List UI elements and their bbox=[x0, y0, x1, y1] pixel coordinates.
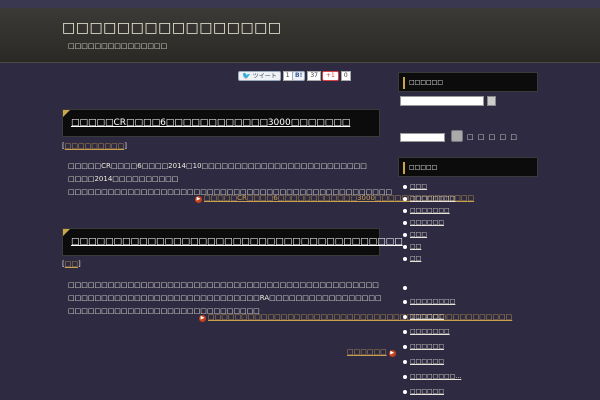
sidebar-recent-item[interactable]: □□□□□□□□ bbox=[402, 298, 461, 313]
search-input[interactable] bbox=[400, 96, 484, 106]
gplus-widget: +1 0 bbox=[322, 70, 351, 81]
share-count: 37 bbox=[307, 70, 321, 81]
sidebar-link[interactable]: □□□□□□□ bbox=[402, 207, 455, 219]
post-category: [□□] bbox=[62, 260, 81, 268]
top-bar bbox=[0, 0, 600, 8]
sidebar-link-list: □□□ □□□□□□□□ □□□□□□□ □□□□□□ □□□ □□ □□ bbox=[402, 183, 455, 267]
read-more-link[interactable]: ▶ □□□□□□□□□□□□□□□□□□□□□□□□□□□□□□□□□□□□□□□… bbox=[199, 313, 512, 322]
share-icon: B! bbox=[295, 72, 303, 79]
sidebar-link[interactable]: □□□□□□□□ bbox=[402, 195, 455, 207]
sidebar-link[interactable]: □□ bbox=[402, 255, 455, 267]
arrow-right-icon: ▶ bbox=[388, 350, 396, 357]
search-button[interactable] bbox=[487, 96, 496, 106]
sidebar-recent-item[interactable]: □□□□□□ bbox=[402, 343, 461, 358]
category-link[interactable]: □□ bbox=[65, 260, 78, 268]
sidebar-link[interactable]: □□□ bbox=[402, 231, 455, 243]
post-title-box: □□□□□CR□□□□6□□□□□□□□□□□□3000□□□□□□□ bbox=[62, 109, 380, 137]
sidebar-recent-item[interactable]: □□□□□□□ bbox=[402, 328, 461, 343]
post-category: [□□□□□□□□□] bbox=[62, 142, 127, 150]
arrow-right-icon: ▶ bbox=[199, 315, 206, 322]
twitter-icon: 🐦 bbox=[242, 71, 251, 80]
next-page-link[interactable]: □□□□□□ ▶ bbox=[347, 348, 396, 357]
search-widget-title: □□□□□□ bbox=[409, 79, 444, 86]
gplus-count: 0 bbox=[340, 70, 351, 81]
arrow-right-icon: ▶ bbox=[195, 196, 202, 203]
post-title-box: □□□□□□□□□□□□□□□□□□□□□□□□□□□□□□□□□□□□□□□ bbox=[62, 228, 403, 256]
sidebar-link[interactable]: □□□ bbox=[402, 183, 455, 195]
sidebar-recent-item[interactable]: □□□□□□ bbox=[402, 313, 461, 328]
links-widget-heading: □□□□□ bbox=[398, 157, 538, 177]
site-title[interactable]: □□□□□□□□□□□□□□□□ bbox=[62, 20, 282, 36]
bullet-icon bbox=[403, 286, 407, 290]
search-input-secondary[interactable] bbox=[400, 133, 445, 142]
post-title-link[interactable]: □□□□□□□□□□□□□□□□□□□□□□□□□□□□□□□□□□□□□□□ bbox=[71, 237, 403, 247]
sidebar-recent-item[interactable]: □□□□□□ bbox=[402, 388, 461, 400]
tweet-widget: 🐦 ツイート 1 bbox=[238, 70, 293, 81]
search-submit-button[interactable] bbox=[451, 130, 463, 142]
tweet-label: ツイート bbox=[252, 73, 277, 80]
tweet-button[interactable]: 🐦 ツイート bbox=[238, 70, 281, 81]
gplus-button[interactable]: +1 bbox=[322, 70, 339, 81]
sidebar-recent-list: □□□□□□□□ □□□□□□ □□□□□□□ □□□□□□ □□□□□□ □□… bbox=[402, 298, 461, 400]
next-page-label: □□□□□□ bbox=[347, 348, 387, 356]
post-title-link[interactable]: □□□□□CR□□□□6□□□□□□□□□□□□3000□□□□□□□ bbox=[71, 118, 350, 128]
share-button[interactable]: B! bbox=[292, 70, 306, 81]
site-description: □□□□□□□□□□□□□□□ bbox=[68, 42, 168, 50]
read-more-label: □□□□□□□□□□□□□□□□□□□□□□□□□□□□□□□□□□□□□□□□… bbox=[208, 313, 513, 321]
category-link[interactable]: □□□□□□□□□ bbox=[65, 142, 125, 150]
sidebar-recent-item[interactable]: □□□□□□ bbox=[402, 358, 461, 373]
share-widget: B! 37 bbox=[292, 70, 321, 81]
gplus-label: +1 bbox=[326, 72, 335, 79]
search-label: □ □ □ □ □ bbox=[467, 133, 518, 141]
links-widget-title: □□□□□ bbox=[409, 164, 438, 171]
search-widget-heading: □□□□□□ bbox=[398, 72, 538, 92]
sidebar-link[interactable]: □□□□□□ bbox=[402, 219, 455, 231]
site-header: □□□□□□□□□□□□□□□□ □□□□□□□□□□□□□□□ bbox=[0, 8, 600, 63]
sidebar-recent-item[interactable]: □□□□□□□□… bbox=[402, 373, 461, 388]
sidebar-link[interactable]: □□ bbox=[402, 243, 455, 255]
